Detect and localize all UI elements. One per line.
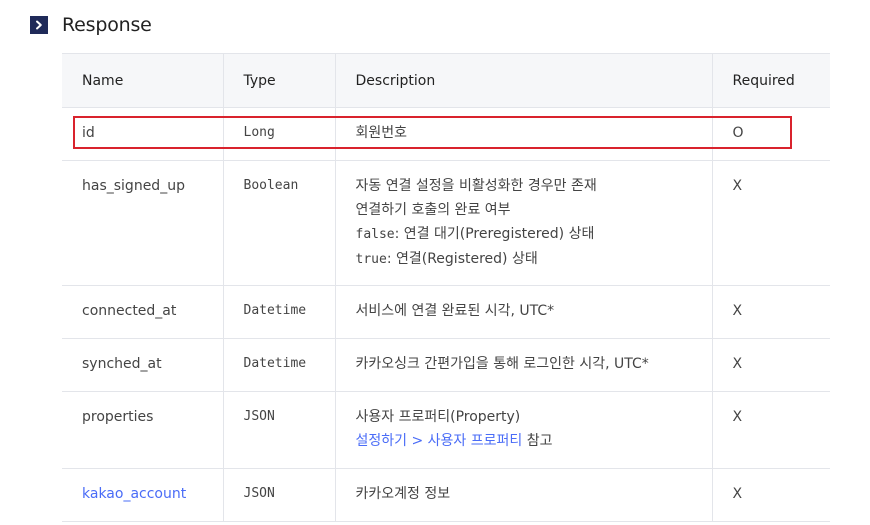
description-line: false: 연결 대기(Preregistered) 상태 xyxy=(356,224,692,245)
description-text: 참고 xyxy=(522,433,553,449)
field-required: X xyxy=(712,391,830,469)
section-title: Response xyxy=(62,14,152,36)
table-row: id Long 회원번호 O xyxy=(62,107,830,161)
field-required: X xyxy=(712,285,830,339)
description-line: 카카오싱크 간편가입을 통해 로그인한 시각, UTC* xyxy=(355,356,649,372)
table-row: kakao_account JSON 카카오계정 정보 X xyxy=(62,468,830,522)
response-table: Name Type Description Required id Long 회… xyxy=(62,53,830,522)
table-header-row: Name Type Description Required xyxy=(62,53,830,108)
field-required: X xyxy=(712,160,830,286)
column-header-description: Description xyxy=(335,53,713,108)
chevron-right-icon xyxy=(30,16,48,34)
description-text: : 연결 대기(Preregistered) 상태 xyxy=(394,226,595,242)
description-line: 사용자 프로퍼티(Property) xyxy=(355,409,521,425)
field-type: Boolean xyxy=(223,160,336,286)
field-type: Datetime xyxy=(223,338,336,392)
column-header-name: Name xyxy=(62,53,224,108)
field-type: Long xyxy=(223,107,336,161)
field-type: JSON xyxy=(223,468,336,522)
section-header: Response xyxy=(30,12,152,38)
field-description: 카카오계정 정보 xyxy=(335,468,713,522)
description-line: 자동 연결 설정을 비활성화한 경우만 존재 xyxy=(355,178,597,194)
description-line: 회원번호 xyxy=(355,125,408,141)
field-type: Datetime xyxy=(223,285,336,339)
inline-code: false xyxy=(355,227,395,242)
field-description: 카카오싱크 간편가입을 통해 로그인한 시각, UTC* xyxy=(335,338,713,392)
field-name: id xyxy=(62,107,224,161)
description-line: 연결하기 호출의 완료 여부 xyxy=(355,202,511,218)
field-name: properties xyxy=(62,391,224,469)
column-header-type: Type xyxy=(223,53,336,108)
description-line: 설정하기 > 사용자 프로퍼티 참고 xyxy=(356,431,692,451)
field-description: 사용자 프로퍼티(Property) 설정하기 > 사용자 프로퍼티 참고 xyxy=(335,391,713,469)
table-row: properties JSON 사용자 프로퍼티(Property) 설정하기 … xyxy=(62,391,830,469)
field-name: has_signed_up xyxy=(62,160,224,286)
field-required: X xyxy=(712,468,830,522)
field-description: 자동 연결 설정을 비활성화한 경우만 존재 연결하기 호출의 완료 여부 fa… xyxy=(335,160,713,286)
kakao-account-link[interactable]: kakao_account xyxy=(82,486,186,502)
field-type: JSON xyxy=(223,391,336,469)
field-required: X xyxy=(712,338,830,392)
field-name: connected_at xyxy=(62,285,224,339)
field-name: kakao_account xyxy=(62,468,224,522)
field-name: synched_at xyxy=(62,338,224,392)
description-line: true: 연결(Registered) 상태 xyxy=(356,249,692,270)
table-row: connected_at Datetime 서비스에 연결 완료된 시각, UT… xyxy=(62,285,830,339)
field-required: O xyxy=(712,107,830,161)
column-header-required: Required xyxy=(712,53,830,108)
description-line: 카카오계정 정보 xyxy=(355,486,451,502)
inline-code: true xyxy=(355,252,387,267)
settings-user-property-link[interactable]: 설정하기 > 사용자 프로퍼티 xyxy=(356,433,523,449)
description-text: : 연결(Registered) 상태 xyxy=(386,251,538,267)
table-row: has_signed_up Boolean 자동 연결 설정을 비활성화한 경우… xyxy=(62,160,830,286)
description-line: 서비스에 연결 완료된 시각, UTC* xyxy=(355,303,555,319)
field-description: 서비스에 연결 완료된 시각, UTC* xyxy=(335,285,713,339)
table-row: synched_at Datetime 카카오싱크 간편가입을 통해 로그인한 … xyxy=(62,338,830,392)
field-description: 회원번호 xyxy=(335,107,713,161)
